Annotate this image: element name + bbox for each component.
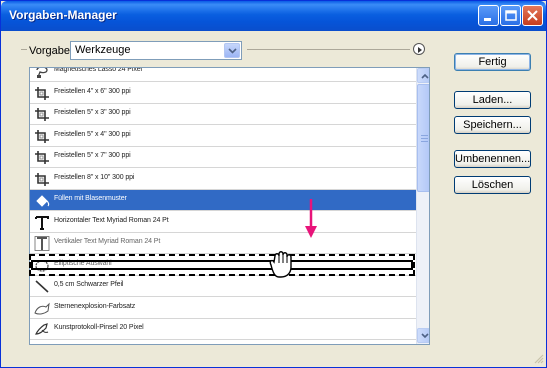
chevron-up-icon (421, 73, 429, 79)
list-item-label: Freistellen 5" x 4" 300 ppi (54, 130, 131, 138)
scroll-up-button[interactable] (417, 68, 429, 83)
window-title: Vorgaben-Manager (9, 8, 117, 22)
type-icon (35, 215, 49, 230)
resize-grip-icon[interactable] (533, 353, 545, 365)
list-item-label: Sternenexplosion-Farbsatz (54, 302, 136, 310)
list-item[interactable]: Freistellen 5" x 4" 300 ppi (30, 126, 416, 147)
list-item[interactable]: Freistellen 5" x 7" 300 ppi (30, 147, 416, 168)
preset-type-dropdown[interactable]: Werkzeuge (70, 41, 242, 60)
group-divider (21, 49, 27, 50)
list-scrollbar[interactable] (416, 68, 429, 344)
custom-shape-icon (34, 302, 50, 315)
menu-arrow-icon (418, 47, 422, 53)
list-item[interactable]: Sternenexplosion-Farbsatz (30, 298, 416, 319)
list-item[interactable]: Freistellen 8" x 10" 300 ppi (30, 169, 416, 190)
group-divider (247, 49, 410, 50)
list-item-label: Vertikaler Text Myriad Roman 24 Pt (54, 238, 161, 245)
list-item-label: Freistellen 4" x 6" 300 ppi (54, 87, 131, 95)
drag-arrow-icon (305, 199, 317, 238)
list-item[interactable]: Horizontaler Text Myriad Roman 24 Pt (30, 212, 416, 233)
crop-icon (35, 172, 49, 186)
crop-icon (35, 108, 49, 121)
list-item[interactable]: Freistellen 4" x 6" 300 ppi (30, 83, 416, 104)
paint-bucket-icon (36, 195, 50, 207)
save-button[interactable]: Speichern... (454, 116, 531, 134)
chevron-down-icon (228, 48, 237, 54)
thumb-grip (421, 135, 428, 136)
scroll-down-button[interactable] (417, 328, 429, 343)
drop-target-marker (31, 260, 413, 270)
magnetic-lasso-icon (36, 68, 48, 78)
list-item[interactable]: 0,5 cm Schwarzer Pfeil (30, 276, 416, 297)
scroll-thumb[interactable] (417, 84, 429, 192)
maximize-icon (505, 10, 517, 21)
list-item-label: Freistellen 5" x 3" 300 ppi (54, 109, 131, 116)
maximize-button[interactable] (500, 5, 521, 26)
preset-type-value: Werkzeuge (75, 44, 131, 56)
crop-icon (35, 86, 49, 100)
list-item-label: Kunstprotokoll-Pinsel 20 Pixel (54, 324, 144, 331)
crop-icon (35, 129, 49, 143)
list-item-label: Magnetisches Lasso 24 Pixel (54, 67, 142, 73)
panel-menu-button[interactable] (413, 43, 425, 55)
grab-hand-cursor-icon (269, 251, 292, 278)
preset-manager-window: Vorgaben-Manager Vorgabe: Werkzeuge Magn… (0, 0, 547, 368)
minimize-icon (484, 18, 491, 21)
list-item[interactable]: Vertikaler Text Myriad Roman 24 Pt (30, 233, 416, 254)
list-item-label: Füllen mit Blasenmuster (54, 195, 127, 202)
list-item[interactable]: Freistellen 5" x 3" 300 ppi (30, 104, 416, 125)
thumb-grip (421, 141, 428, 142)
vertical-type-icon (34, 236, 50, 251)
thumb-grip (421, 138, 428, 139)
chevron-down-icon (421, 333, 429, 339)
title-bar[interactable]: Vorgaben-Manager (1, 1, 546, 31)
list-item[interactable]: Füllen mit Blasenmuster (30, 190, 416, 211)
list-item-label: 0,5 cm Schwarzer Pfeil (54, 281, 124, 288)
art-history-brush-icon (35, 323, 49, 335)
crop-icon (35, 151, 49, 164)
close-icon (527, 10, 538, 21)
close-button[interactable] (522, 5, 543, 26)
preset-label: Vorgabe: (29, 45, 74, 57)
list-item[interactable]: Magnetisches Lasso 24 Pixel (30, 67, 416, 82)
load-button[interactable]: Laden... (454, 91, 531, 109)
preset-list[interactable]: Magnetisches Lasso 24 Pixel Freistellen 4… (29, 67, 430, 345)
list-item-label: Freistellen 5" x 7" 300 ppi (54, 152, 131, 159)
dropdown-button[interactable] (224, 43, 240, 58)
done-button[interactable]: Fertig (454, 53, 531, 71)
rename-button[interactable]: Umbenennen... (454, 150, 531, 168)
list-item-label: Freistellen 8" x 10" 300 ppi (54, 173, 135, 181)
minimize-button[interactable] (478, 5, 499, 26)
list-item[interactable]: Kunstprotokoll-Pinsel 20 Pixel (30, 319, 416, 340)
line-icon (35, 280, 49, 293)
list-item-label: Horizontaler Text Myriad Roman 24 Pt (54, 216, 169, 224)
delete-button[interactable]: Löschen (454, 176, 531, 194)
